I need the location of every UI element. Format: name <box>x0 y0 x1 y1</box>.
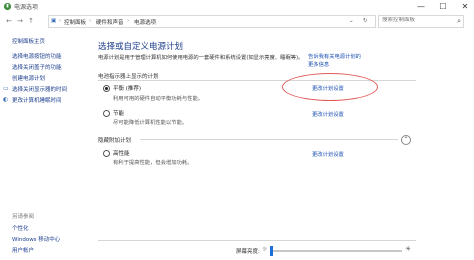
window-title: 电源选项 <box>14 4 39 11</box>
plan-saver-name[interactable]: 节能 <box>113 109 124 117</box>
plan-saver-desc: 尽可能降低计算机性能以节能。 <box>113 120 188 126</box>
forward-button[interactable]: → <box>15 15 25 27</box>
dropdown-icon[interactable]: ⌄ <box>349 18 354 24</box>
plan-high-name[interactable]: 高性能 <box>113 149 130 157</box>
highlight-ellipse <box>282 73 378 101</box>
sidebar-item-create-plan[interactable]: 创建电源计划 <box>12 74 45 82</box>
breadcrumb-hardware-sound[interactable]: 硬件和声音 <box>96 18 124 26</box>
brightness-high-icon: ☀ <box>405 245 412 253</box>
plan-balanced-name[interactable]: 平衡 (推荐) <box>113 84 141 92</box>
maximize-button[interactable]: ☐ <box>434 0 452 14</box>
plan-balanced-radio[interactable] <box>103 85 110 92</box>
plan-saver-radio[interactable] <box>103 110 110 117</box>
search-icon: ⌕ <box>457 17 461 25</box>
sidebar-item-power-button[interactable]: 选择电源按钮的功能 <box>12 52 62 60</box>
shown-plans-heading: 电池指示器上显示的计划 <box>98 74 159 80</box>
sleep-icon: ◐ <box>3 96 9 103</box>
see-also-heading: 另请参阅 <box>12 214 35 220</box>
hidden-plans-heading[interactable]: 隐藏附加计划 <box>98 136 131 144</box>
brightness-slider-thumb[interactable] <box>270 246 273 256</box>
breadcrumb-power-options[interactable]: 电源选项 <box>134 18 156 26</box>
search-box[interactable]: ⌕ <box>378 15 464 28</box>
expand-toggle-icon[interactable]: ⌃ <box>401 135 411 145</box>
address-bar[interactable]: ▣ › 控制面板 › 硬件和声音 › 电源选项 ⌄ ↻ <box>48 15 376 28</box>
intro-text: 电源计划是用于管理计算机如何使用电源的一套硬件和系统设置(如显示亮度、睡眠等)。 <box>98 55 304 61</box>
plan-balanced-desc: 利用可用的硬件自动平衡功耗与性能。 <box>113 96 204 102</box>
sidebar-item-sleep[interactable]: 更改计算机睡眠时间 <box>12 96 62 104</box>
breadcrumb-separator: › <box>59 18 62 24</box>
see-also-personalization[interactable]: 个性化 <box>12 224 29 232</box>
sidebar-home-link[interactable]: 控制面板主页 <box>12 37 45 45</box>
display-icon: ▭ <box>3 85 9 92</box>
close-button[interactable]: ✕ <box>456 0 474 14</box>
plan-saver-change-link[interactable]: 更改计划设置 <box>312 110 344 118</box>
plan-high-change-link[interactable]: 更改计划设置 <box>312 150 344 158</box>
page-title: 选择或自定义电源计划 <box>98 42 184 52</box>
brightness-low-icon: ☼ <box>262 246 268 253</box>
divider <box>98 240 416 241</box>
back-button[interactable]: ← <box>4 15 14 27</box>
search-input[interactable] <box>382 17 452 23</box>
breadcrumb-separator: › <box>127 18 130 24</box>
power-options-icon <box>3 2 12 11</box>
see-also-mobility-center[interactable]: Windows 移动中心 <box>12 235 60 243</box>
see-also-user-accounts[interactable]: 用户帐户 <box>12 246 34 254</box>
title-bar: 电源选项 — ☐ ✕ <box>0 0 474 14</box>
breadcrumb-control-panel[interactable]: 控制面板 <box>64 18 86 26</box>
plan-high-radio[interactable] <box>103 150 110 157</box>
refresh-icon[interactable]: ↻ <box>363 18 368 24</box>
folder-icon: ▣ <box>51 18 57 24</box>
divider <box>140 139 398 140</box>
up-button[interactable]: ↑ <box>26 15 36 27</box>
brightness-slider[interactable] <box>270 250 402 252</box>
learn-more-link[interactable]: 告诉我有关电源计划的更多信息 <box>308 53 364 69</box>
minimize-button[interactable]: — <box>412 0 430 14</box>
breadcrumb-separator: › <box>89 18 92 24</box>
sidebar-item-display-off[interactable]: 选择关闭显示器的时间 <box>12 85 67 93</box>
brightness-label: 屏幕亮度: <box>236 249 260 255</box>
sidebar-item-lid[interactable]: 选择关闭盖子的功能 <box>12 63 62 71</box>
plan-high-desc: 有利于提高性能，但会增加功耗。 <box>113 160 193 166</box>
